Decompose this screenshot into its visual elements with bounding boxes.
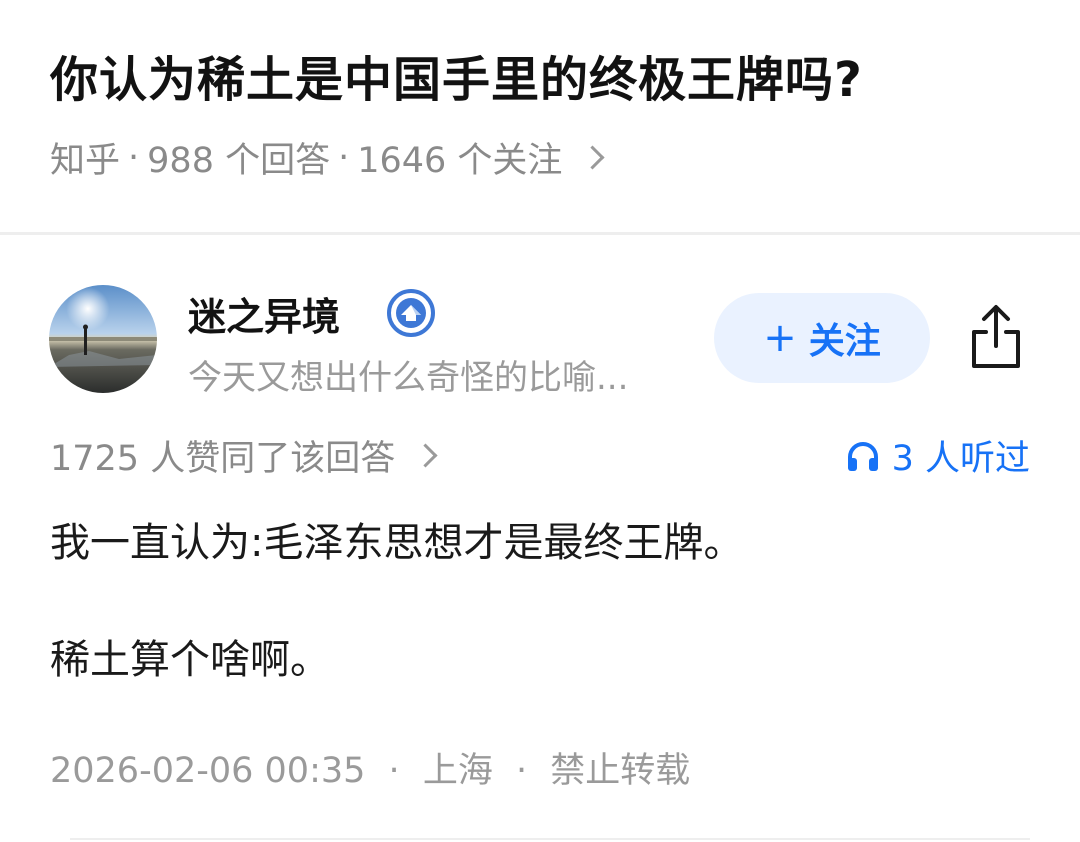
meta-separator: · — [338, 137, 350, 178]
vote-count: 1725 人赞同了该回答 — [50, 439, 396, 479]
vote-count-link[interactable]: 1725 人赞同了该回答 — [50, 430, 438, 481]
answer-page: 你认为稀土是中国手里的终极王牌吗? 知乎 · 988 个回答 · 1646 个关… — [0, 0, 1080, 842]
copyright-notice: 禁止转载 — [550, 751, 691, 791]
answer-location: 上海 — [422, 751, 493, 791]
listen-button[interactable]: 3 人听过 — [846, 430, 1030, 481]
question-title[interactable]: 你认为稀土是中国手里的终极王牌吗? — [50, 40, 863, 110]
question-meta[interactable]: 知乎 · 988 个回答 · 1646 个关注 — [50, 132, 605, 183]
verified-badge-icon — [387, 289, 435, 337]
follow-count: 1646 个关注 — [357, 141, 563, 181]
author-bio: 今天又想出什么奇怪的比喻... — [188, 358, 629, 398]
answer-footer-meta: 2026-02-06 00:35 · 上海 · 禁止转载 — [50, 742, 690, 793]
site-name: 知乎 — [50, 141, 121, 181]
avatar[interactable] — [49, 285, 157, 393]
listen-count: 3 人听过 — [891, 439, 1030, 479]
share-icon[interactable] — [966, 302, 1026, 372]
answer-count: 988 个回答 — [147, 141, 331, 181]
follow-label: 关注 — [808, 321, 881, 362]
section-divider — [0, 232, 1080, 235]
headphones-icon — [847, 441, 878, 471]
follow-button[interactable]: + 关注 — [714, 293, 930, 383]
answer-paragraph: 我一直认为:毛泽东思想才是最终王牌。 — [50, 520, 744, 566]
bottom-divider — [70, 838, 1030, 840]
chevron-right-icon — [580, 145, 605, 170]
avatar-image — [49, 285, 157, 393]
answer-paragraph: 稀土算个啥啊。 — [50, 637, 330, 683]
meta-separator: · — [515, 751, 528, 791]
chevron-right-icon — [413, 443, 438, 468]
author-name[interactable]: 迷之异境 — [188, 286, 340, 341]
meta-separator: · — [128, 137, 140, 178]
plus-icon: + — [763, 315, 797, 361]
meta-separator: · — [388, 751, 400, 791]
answer-date: 2026-02-06 00:35 — [50, 751, 366, 791]
